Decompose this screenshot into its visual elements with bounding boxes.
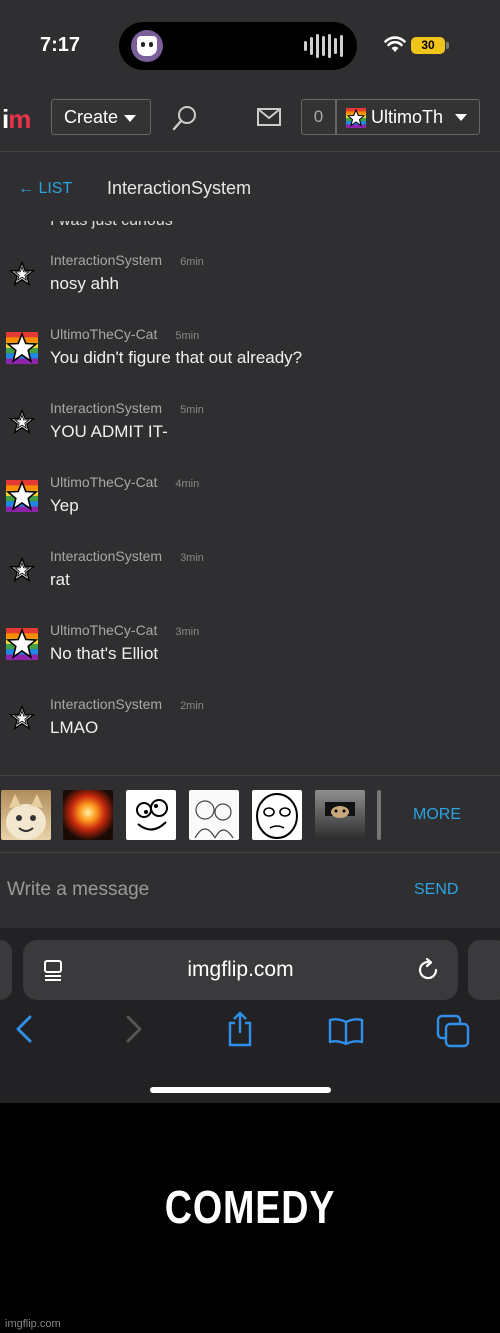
now-playing-artwork: [131, 30, 163, 62]
message-row: InteractionSystem 6min nosy ahh: [0, 252, 500, 322]
message-text: YOU ADMIT IT-: [50, 422, 168, 441]
message-author[interactable]: UltimoTheCy-Cat: [50, 474, 157, 490]
partial-meme-thumbnail[interactable]: [377, 790, 381, 840]
reload-icon[interactable]: [416, 958, 440, 982]
message-timestamp: 3min: [180, 552, 204, 564]
username-label: UltimoTh: [371, 107, 444, 127]
imgflip-watermark: imgflip.com: [5, 1318, 61, 1330]
chevron-down-icon: [455, 114, 467, 121]
browser-chrome: imgflip.com: [0, 928, 500, 1103]
bookmarks-icon[interactable]: [328, 1017, 364, 1045]
message-author[interactable]: InteractionSystem: [50, 548, 162, 564]
url-text: imgflip.com: [187, 958, 294, 981]
star-avatar-icon[interactable]: [8, 556, 36, 584]
imgflip-logo[interactable]: im: [2, 104, 31, 135]
message-timestamp: 6min: [180, 256, 204, 268]
message-meta: UltimoTheCy-Cat 4min: [50, 474, 199, 490]
tabs-icon[interactable]: [436, 1014, 470, 1048]
send-button[interactable]: SEND: [414, 881, 458, 899]
rainbow-star-avatar-icon[interactable]: [5, 331, 39, 364]
message-text: LMAO: [50, 718, 99, 737]
message-timestamp: 5min: [175, 330, 200, 342]
phone-screen: 7:17 30 im Create 0 UltimoTh ← LIST Inte…: [0, 0, 500, 1103]
battery-indicator: 30: [411, 37, 449, 54]
dynamic-island[interactable]: [119, 22, 357, 70]
message-timestamp: 4min: [175, 478, 200, 490]
compose-area: Write a message SEND: [0, 853, 500, 928]
message-row: UltimoTheCy-Cat 3min No that's Elliot: [0, 622, 500, 692]
okay-face-meme[interactable]: [252, 790, 302, 840]
message-row: InteractionSystem 5min YOU ADMIT IT-: [0, 400, 500, 470]
status-time: 7:17: [40, 34, 81, 56]
message-text: nosy ahh: [50, 274, 119, 293]
message-row: UltimoTheCy-Cat 5min You didn't figure tha…: [0, 326, 500, 396]
status-bar: 7:17 30: [0, 0, 500, 92]
happy-cat-meme[interactable]: [1, 790, 51, 840]
create-button[interactable]: Create: [51, 99, 151, 135]
search-icon[interactable]: [172, 105, 198, 131]
explosion-meme[interactable]: [63, 790, 113, 840]
message-text: rat: [50, 570, 70, 589]
message-list[interactable]: I was just curious InteractionSystem 6min…: [0, 208, 500, 775]
message-input[interactable]: Write a message: [7, 879, 149, 901]
user-avatar: [346, 108, 366, 128]
message-author[interactable]: UltimoTheCy-Cat: [50, 622, 157, 638]
site-navbar: im Create 0 UltimoTh: [0, 92, 500, 152]
share-icon[interactable]: [226, 1010, 254, 1048]
message-author[interactable]: UltimoTheCy-Cat: [50, 326, 157, 342]
star-avatar-icon[interactable]: [8, 408, 36, 436]
message-meta: UltimoTheCy-Cat 3min: [50, 622, 199, 638]
message-text: Yep: [50, 496, 79, 515]
message-timestamp: 2min: [180, 700, 204, 712]
back-to-list-link[interactable]: ← LIST: [18, 180, 72, 198]
message-text: No that's Elliot: [50, 644, 159, 663]
rainbow-star-avatar-icon[interactable]: [5, 479, 39, 512]
message-row: InteractionSystem 3min rat: [0, 548, 500, 618]
message-row: UltimoTheCy-Cat 4min Yep: [0, 474, 500, 544]
message-author[interactable]: InteractionSystem: [50, 252, 162, 268]
audio-waveform-icon: [304, 34, 343, 58]
address-bar[interactable]: imgflip.com: [23, 940, 458, 1000]
derp-face-meme[interactable]: [126, 790, 176, 840]
message-meta: UltimoTheCy-Cat 5min: [50, 326, 199, 342]
message-meta: InteractionSystem 3min: [50, 548, 204, 564]
sketch-meme[interactable]: [189, 790, 239, 840]
more-memes-link[interactable]: MORE: [413, 806, 461, 824]
ceiling-cat-meme[interactable]: [315, 790, 365, 840]
previous-tab-peek[interactable]: [0, 940, 12, 1000]
meme-caption: COMEDY: [164, 1181, 336, 1233]
message-author[interactable]: InteractionSystem: [50, 400, 162, 416]
message-meta: InteractionSystem 5min: [50, 400, 204, 416]
forward-icon[interactable]: [124, 1014, 144, 1044]
message-meta: InteractionSystem 2min: [50, 696, 204, 712]
star-avatar-icon[interactable]: [8, 260, 36, 288]
mail-icon[interactable]: [257, 108, 281, 126]
message-meta: InteractionSystem 6min: [50, 252, 204, 268]
message-timestamp: 3min: [175, 626, 200, 638]
chevron-down-icon: [124, 114, 137, 122]
home-indicator[interactable]: [150, 1087, 331, 1093]
notification-count[interactable]: 0: [301, 99, 336, 135]
message-row: InteractionSystem 2min LMAO: [0, 696, 500, 766]
message-timestamp: 5min: [180, 404, 204, 416]
message-text: You didn't figure that out already?: [50, 348, 303, 367]
conversation-header: ← LIST InteractionSystem: [0, 172, 500, 208]
conversation-title: InteractionSystem: [107, 178, 252, 198]
back-icon[interactable]: [14, 1014, 34, 1044]
rainbow-star-avatar-icon[interactable]: [5, 627, 39, 660]
star-avatar-icon[interactable]: [8, 704, 36, 732]
wifi-icon: [384, 36, 406, 52]
partial-message-text: I was just curious: [50, 212, 173, 229]
user-menu-button[interactable]: UltimoTh: [336, 99, 480, 135]
next-tab-peek[interactable]: [468, 940, 500, 1000]
meme-picker-strip: MORE: [0, 775, 500, 853]
message-author[interactable]: InteractionSystem: [50, 696, 162, 712]
